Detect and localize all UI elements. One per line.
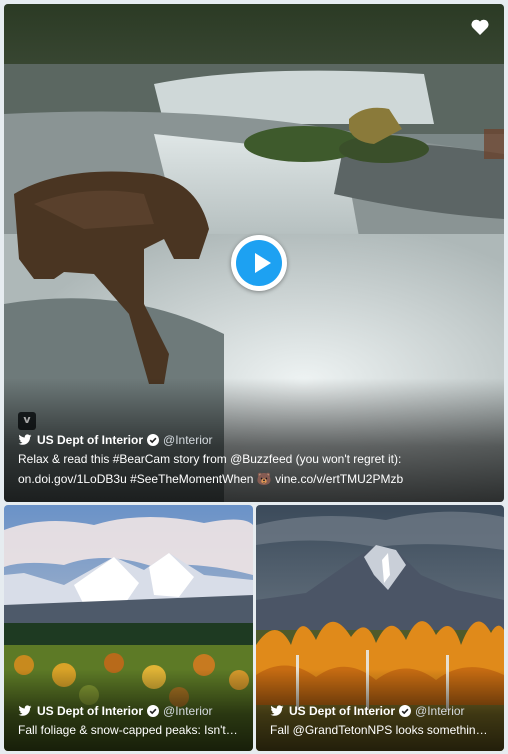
tweet-caption: US Dept of Interior @Interior Relax & re… — [4, 378, 504, 502]
tweet-author[interactable]: US Dept of Interior @Interior — [18, 703, 243, 719]
tweet-author[interactable]: US Dept of Interior @Interior — [18, 432, 490, 448]
author-handle: @Interior — [415, 704, 465, 718]
verified-icon — [147, 434, 160, 446]
twitter-bird-icon — [270, 705, 284, 716]
tweet-text-line2: on.doi.gov/1LoDB3u #SeeTheMomentWhen 🐻 v… — [18, 472, 404, 486]
author-name: US Dept of Interior — [37, 704, 144, 718]
tweet-tile-left[interactable]: US Dept of Interior @Interior Fall folia… — [4, 505, 253, 751]
author-name: US Dept of Interior — [37, 433, 144, 447]
verified-icon — [147, 705, 160, 717]
tweet-author[interactable]: US Dept of Interior @Interior — [270, 703, 494, 719]
tweet-text-line1: Relax & read this #BearCam story from @B… — [18, 452, 402, 466]
heart-icon[interactable] — [470, 18, 490, 36]
author-name: US Dept of Interior — [289, 704, 396, 718]
author-handle: @Interior — [163, 704, 213, 718]
tweet-caption: US Dept of Interior @Interior Fall @Gran… — [256, 669, 504, 751]
media-grid: v US Dept of Interior @Interior Relax & … — [0, 0, 508, 754]
tweet-tile-right[interactable]: US Dept of Interior @Interior Fall @Gran… — [256, 505, 504, 751]
tweet-tile-main[interactable]: v US Dept of Interior @Interior Relax & … — [4, 4, 504, 502]
play-button[interactable] — [231, 235, 287, 291]
verified-icon — [399, 705, 412, 717]
play-icon — [236, 240, 282, 286]
twitter-bird-icon — [18, 705, 32, 716]
tweet-caption: US Dept of Interior @Interior Fall folia… — [4, 669, 253, 751]
twitter-bird-icon — [18, 434, 32, 445]
author-handle: @Interior — [163, 433, 213, 447]
tweet-text: Fall foliage & snow-capped peaks: Isn't… — [18, 723, 238, 737]
tweet-text: Fall @GrandTetonNPS looks somethin… — [270, 723, 488, 737]
